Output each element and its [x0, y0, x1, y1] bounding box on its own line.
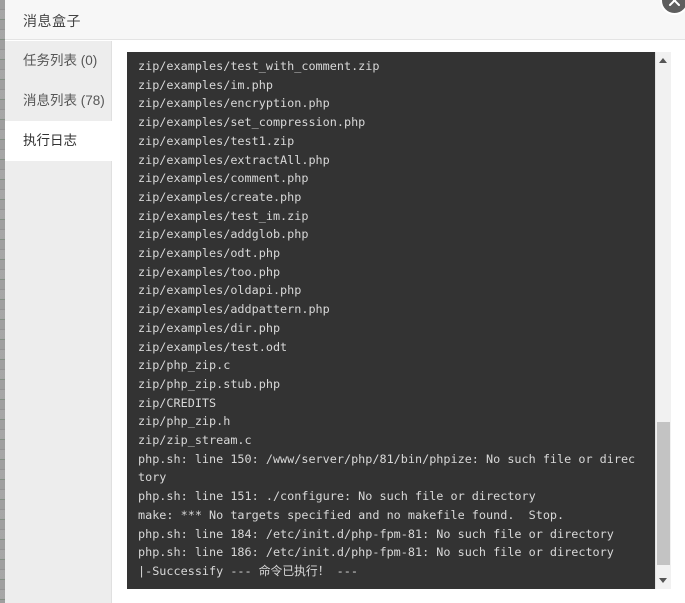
console-scrollbar[interactable] — [655, 52, 671, 589]
log-line: zip/examples/addpattern.php — [138, 302, 330, 317]
close-x-glyph — [669, 0, 680, 6]
log-line: zip/examples/extractAll.php — [138, 152, 330, 167]
log-line: zip/examples/dir.php — [138, 320, 281, 335]
triangle-down-icon[interactable] — [656, 572, 671, 589]
log-line: zip/examples/create.php — [138, 189, 302, 204]
log-line: zip/examples/encryption.php — [138, 96, 330, 111]
log-line: zip/CREDITS — [138, 395, 217, 410]
execution-log-panel: zip/examples/test_with_comment.zip zip/e… — [127, 52, 675, 589]
log-line: zip/php_zip.stub.php — [138, 376, 281, 391]
page-title: 消息盒子 — [23, 13, 81, 29]
log-line: zip/examples/set_compression.php — [138, 115, 366, 130]
log-line: zip/examples/comment.php — [138, 171, 309, 186]
log-line: zip/zip_stream.c — [138, 433, 252, 448]
log-line: zip/examples/test_im.zip — [138, 208, 309, 223]
scrollbar-thumb[interactable] — [657, 422, 670, 565]
log-line-error: php.sh: line 150: /www/server/php/81/bin… — [138, 451, 636, 466]
log-line-error: php.sh: line 186: /etc/init.d/php-fpm-81… — [138, 545, 614, 560]
log-line-error: php.sh: line 151: ./configure: No such f… — [138, 489, 536, 504]
sidebar-item-task-list[interactable]: 任务列表 (0) — [5, 41, 111, 81]
sidebar-nav: 任务列表 (0) 消息列表 (78) 执行日志 — [5, 41, 113, 603]
log-line: zip/examples/im.php — [138, 77, 273, 92]
log-line-error: tory — [138, 470, 167, 485]
triangle-up-icon[interactable] — [656, 52, 671, 69]
log-line: zip/examples/test1.zip — [138, 133, 295, 148]
log-line-error: php.sh: line 184: /etc/init.d/php-fpm-81… — [138, 526, 614, 541]
triangle-down-glyph — [659, 578, 667, 583]
log-line: zip/examples/odt.php — [138, 246, 281, 261]
dialog-header: 消息盒子 — [5, 0, 685, 40]
console-output[interactable]: zip/examples/test_with_comment.zip zip/e… — [127, 52, 655, 589]
log-line: zip/php_zip.h — [138, 414, 231, 429]
log-line-success: |-Successify --- 命令已执行！ --- — [138, 563, 358, 578]
log-line: zip/examples/too.php — [138, 264, 281, 279]
close-icon[interactable] — [660, 0, 685, 15]
sidebar-item-execution-log[interactable]: 执行日志 — [5, 121, 113, 161]
log-line: zip/php_zip.c — [138, 358, 231, 373]
triangle-up-glyph — [659, 58, 667, 63]
log-line: zip/examples/test.odt — [138, 339, 288, 354]
log-line-error: make: *** No targets specified and no ma… — [138, 507, 565, 522]
message-box-dialog: 消息盒子 任务列表 (0) 消息列表 (78) 执行日志 zip/example… — [5, 0, 685, 603]
log-line: zip/examples/oldapi.php — [138, 283, 302, 298]
log-line: zip/examples/addglob.php — [138, 227, 309, 242]
log-line: zip/examples/test_with_comment.zip — [138, 59, 380, 73]
sidebar-item-message-list[interactable]: 消息列表 (78) — [5, 81, 111, 121]
